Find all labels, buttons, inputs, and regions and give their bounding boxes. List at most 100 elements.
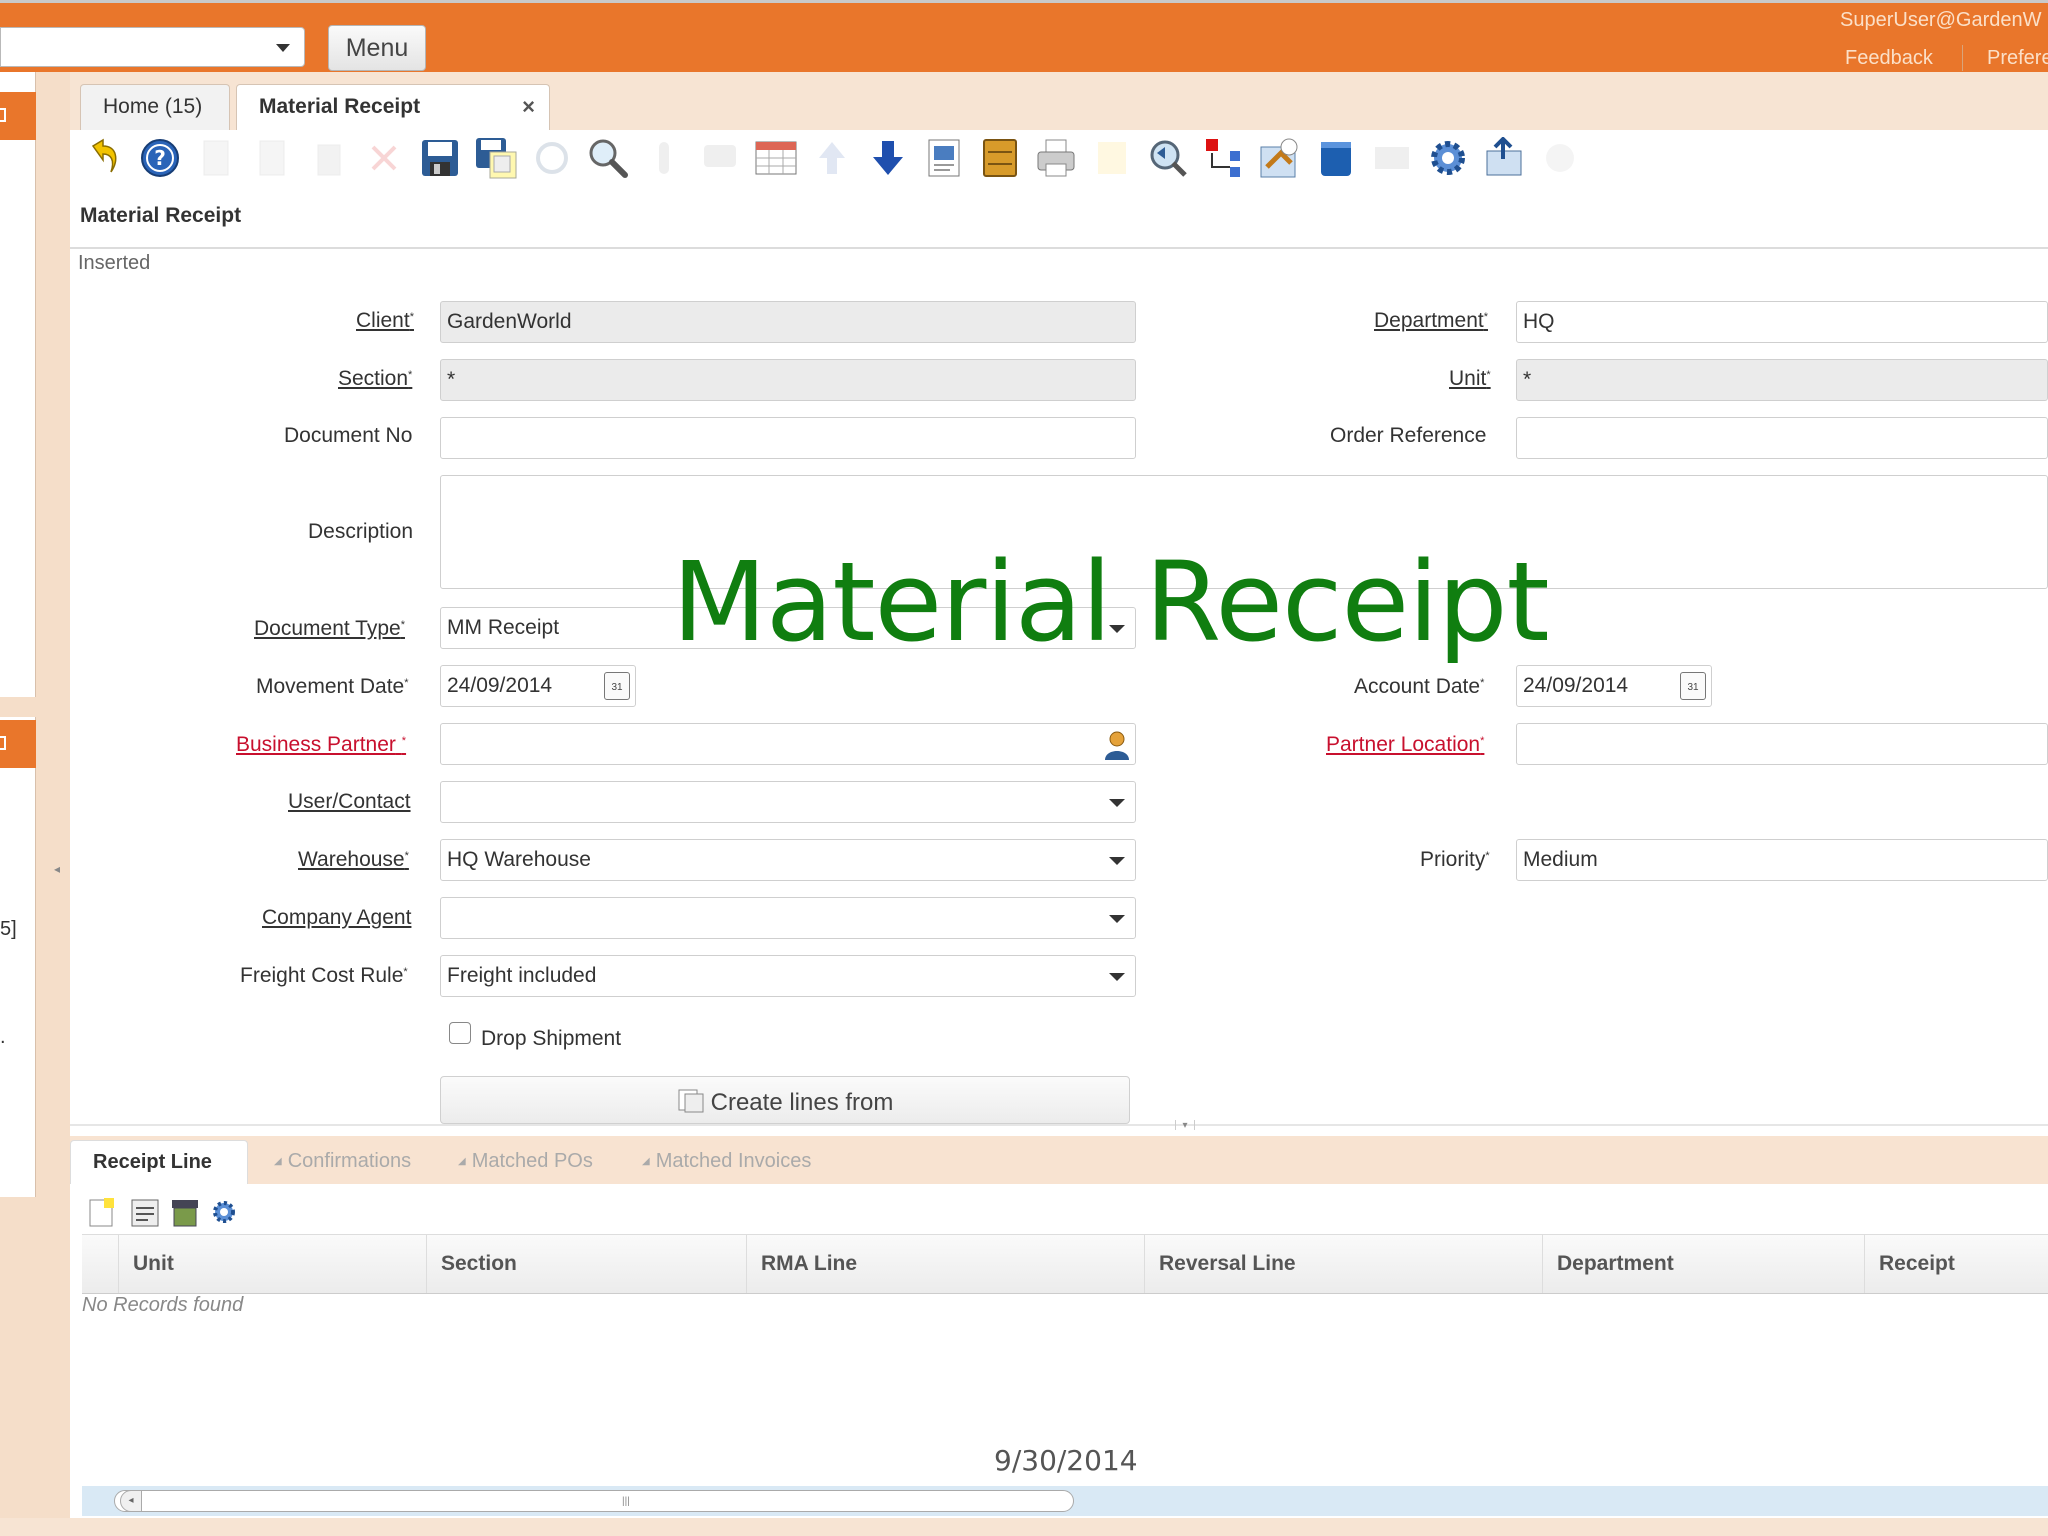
client-field[interactable]: GardenWorld (440, 301, 1136, 343)
business-partner-field[interactable] (440, 723, 1136, 765)
print-icon[interactable] (1034, 136, 1078, 180)
workflow-icon[interactable] (1202, 136, 1246, 180)
column-header[interactable]: RMA Line (746, 1235, 1144, 1293)
department-field[interactable]: HQ (1516, 301, 2048, 343)
drop-shipment-checkbox[interactable] (449, 1022, 471, 1044)
menu-button[interactable]: Menu (328, 25, 426, 71)
partner-location-label[interactable]: Partner Location* (1326, 733, 1484, 757)
left-panel-text: . (0, 1026, 6, 1048)
drop-shipment-label[interactable]: Drop Shipment (481, 1027, 621, 1051)
settings-icon[interactable] (210, 1198, 238, 1231)
tab-confirmations[interactable]: ◢ Confirmations (258, 1140, 411, 1184)
column-header[interactable]: Department (1542, 1235, 1864, 1293)
find-icon[interactable] (586, 136, 630, 180)
chevron-down-icon[interactable] (1109, 973, 1125, 981)
save-and-new-icon[interactable] (474, 136, 518, 180)
edit-line-icon[interactable] (130, 1198, 160, 1233)
process-icon[interactable] (1370, 136, 1414, 180)
chevron-down-icon[interactable] (1109, 915, 1125, 923)
priority-select[interactable]: Medium (1516, 839, 2048, 881)
document-no-field[interactable] (440, 417, 1136, 459)
scroll-left-icon[interactable]: ◂ (120, 1490, 142, 1512)
tab-label: Home (15) (103, 95, 203, 118)
user-label[interactable]: SuperUser@GardenW (1840, 9, 2041, 32)
horizontal-scrollbar[interactable]: ◂ ||| (82, 1486, 2048, 1516)
new-line-icon[interactable] (88, 1198, 116, 1233)
report-icon[interactable] (922, 136, 966, 180)
undo-icon[interactable] (82, 136, 126, 180)
refresh-icon[interactable] (530, 136, 574, 180)
warehouse-select[interactable]: HQ Warehouse (440, 839, 1136, 881)
freight-cost-rule-select[interactable]: Freight included (440, 955, 1136, 997)
grid-toggle-icon[interactable] (754, 136, 798, 180)
client-label[interactable]: Client* (356, 309, 414, 333)
chat-icon[interactable] (698, 136, 742, 180)
order-reference-field[interactable] (1516, 417, 2048, 459)
scrollbar-thumb[interactable] (114, 1490, 1074, 1512)
preferences-link[interactable]: Prefere (1987, 47, 2048, 70)
zoom-across-icon[interactable] (1146, 136, 1190, 180)
column-header[interactable]: Receipt (1864, 1235, 2048, 1293)
previous-record-icon[interactable] (810, 136, 854, 180)
unit-field[interactable]: * (1516, 359, 2048, 401)
chevron-down-icon[interactable]: ▾ (1175, 1120, 1195, 1131)
help-icon[interactable]: ? (138, 136, 182, 180)
column-header[interactable]: Section (426, 1235, 746, 1293)
feedback-link[interactable]: Feedback (1845, 47, 1933, 70)
global-search-combo[interactable] (0, 27, 305, 67)
column-header[interactable]: Reversal Line (1144, 1235, 1542, 1293)
customize-icon[interactable] (1538, 136, 1582, 180)
close-icon[interactable]: × (522, 85, 535, 129)
panel-icon (0, 108, 6, 122)
business-partner-label[interactable]: Business Partner * (236, 733, 406, 757)
calendar-icon[interactable]: 31 (604, 672, 630, 700)
tab-matched-pos[interactable]: ◢ Matched POs (442, 1140, 593, 1184)
company-agent-label[interactable]: Company Agent (262, 906, 411, 930)
warehouse-label[interactable]: Warehouse* (298, 848, 409, 872)
delete-icon[interactable] (306, 136, 350, 180)
tab-home[interactable]: Home (15) (80, 84, 230, 130)
chevron-down-icon[interactable] (276, 44, 290, 52)
save-icon[interactable] (418, 136, 462, 180)
print-preview-icon[interactable] (1090, 136, 1134, 180)
create-lines-from-button[interactable]: Create lines from (440, 1076, 1130, 1124)
export-icon[interactable] (1482, 136, 1526, 180)
chevron-down-icon[interactable] (1109, 857, 1125, 865)
warehouse-value: HQ Warehouse (447, 848, 591, 871)
left-panel-header-2[interactable] (0, 720, 36, 768)
partner-location-field[interactable] (1516, 723, 2048, 765)
calendar-icon[interactable]: 31 (1680, 672, 1706, 700)
unit-label[interactable]: Unit* (1449, 367, 1491, 391)
delete-line-icon[interactable] (170, 1198, 200, 1233)
request-icon[interactable] (1258, 136, 1302, 180)
copy-record-icon[interactable] (250, 136, 294, 180)
left-panel-lower (0, 717, 36, 1197)
detail-tabs: Receipt Line ◢ Confirmations ◢ Matched POs… (70, 1136, 2048, 1184)
toolbar: ? (70, 130, 2048, 188)
settings-icon[interactable] (1426, 136, 1470, 180)
expand-arrow-icon: ◢ (274, 1155, 282, 1167)
left-panel-header[interactable] (0, 92, 36, 140)
delete-selection-icon[interactable] (362, 136, 406, 180)
user-contact-label[interactable]: User/Contact (288, 790, 411, 814)
section-label[interactable]: Section* (338, 367, 412, 391)
tab-matched-invoices[interactable]: ◢ Matched Invoices (626, 1140, 811, 1184)
department-label[interactable]: Department* (1374, 309, 1488, 333)
attachment-icon[interactable] (642, 136, 686, 180)
tab-material-receipt[interactable]: Material Receipt × (236, 84, 550, 130)
new-record-icon[interactable] (194, 136, 238, 180)
archive-icon[interactable] (978, 136, 1022, 180)
next-record-icon[interactable] (866, 136, 910, 180)
product-info-icon[interactable] (1314, 136, 1358, 180)
section-field[interactable]: * (440, 359, 1136, 401)
document-type-label[interactable]: Document Type* (254, 617, 405, 641)
detail-splitter[interactable]: ▾ (70, 1120, 2048, 1131)
collapse-west-icon[interactable]: ◂ (54, 862, 66, 890)
company-agent-select[interactable] (440, 897, 1136, 939)
freight-cost-rule-label: Freight Cost Rule* (240, 964, 408, 987)
chevron-down-icon[interactable] (1109, 799, 1125, 807)
column-header[interactable]: Unit (118, 1235, 426, 1293)
user-contact-select[interactable] (440, 781, 1136, 823)
business-partner-info-icon[interactable] (1104, 730, 1130, 760)
tab-receipt-line[interactable]: Receipt Line (70, 1140, 248, 1184)
